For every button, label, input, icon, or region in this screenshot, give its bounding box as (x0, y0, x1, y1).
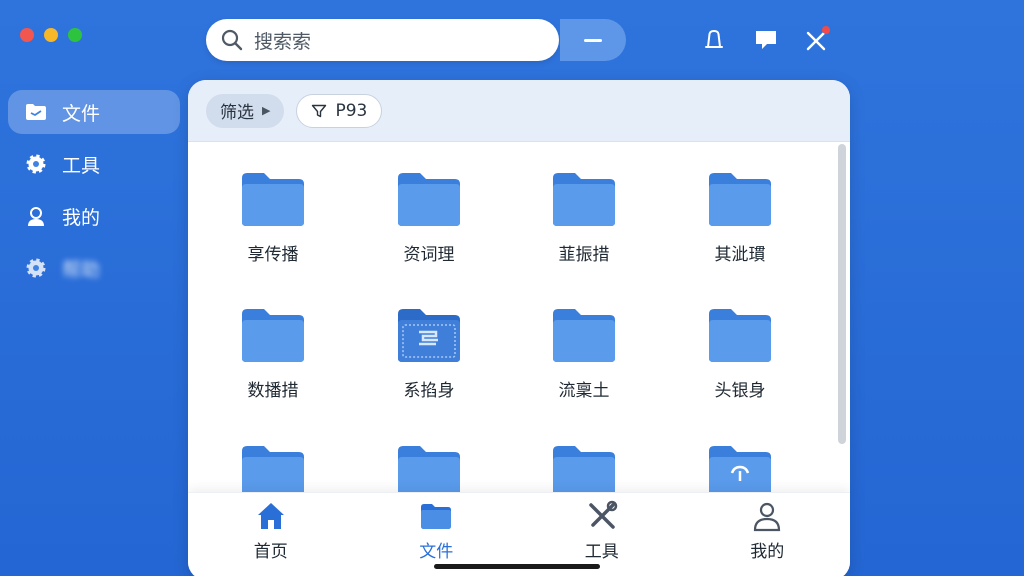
home-indicator (434, 564, 600, 569)
folder-item[interactable]: 流稟土 (514, 306, 654, 401)
tab-label: 我的 (750, 542, 785, 562)
folder-name: 享传播 (247, 245, 299, 265)
folder-icon (421, 504, 452, 529)
file-grid: 享传播 资词理 韮振措 其泚瑻 数播措 系掐身 流稟土 头银身 (188, 142, 836, 502)
sidebar-item-files[interactable]: 文件 (8, 90, 180, 134)
folder-icon (26, 104, 46, 120)
folder-icon (709, 309, 771, 362)
folder-name: 系掐身 (403, 381, 455, 401)
search-input[interactable]: 搜索索 (254, 27, 311, 54)
sidebar-item-label: 我的 (62, 206, 101, 229)
filter-tag[interactable]: P93 (296, 93, 383, 128)
sidebar-item-me[interactable]: 我的 (8, 194, 180, 238)
tab-label: 首页 (253, 542, 288, 562)
folder-name: 头银身 (714, 381, 766, 401)
sidebar-item-label: 工具 (62, 154, 101, 177)
folder-name: 韮振措 (558, 245, 610, 265)
folder-icon (553, 173, 615, 226)
folder-name: 流稟土 (558, 381, 610, 401)
folder-item[interactable]: 韮振措 (514, 170, 654, 265)
search-icon (221, 29, 243, 51)
filter-label: 筛选 (220, 103, 254, 123)
filter-dropdown[interactable]: 筛选 ▶ (206, 93, 285, 128)
message-icon[interactable] (752, 26, 780, 54)
sidebar-item-tools[interactable]: 工具 (8, 142, 180, 186)
close-window-button[interactable] (20, 28, 34, 42)
sidebar: 文件 工具 我的 帮助 (8, 90, 180, 298)
folder-name: 数播措 (247, 381, 299, 401)
tab-me[interactable]: 我的 (707, 499, 827, 576)
folder-item[interactable]: 享传播 (203, 170, 343, 265)
folder-name: 资词理 (403, 245, 455, 265)
user-icon (754, 502, 781, 532)
bell-icon[interactable] (700, 26, 728, 54)
folder-item[interactable]: 系掐身 (359, 306, 499, 401)
filter-bar: 筛选 ▶ P93 (188, 80, 850, 142)
search-bar[interactable]: 搜索索 (206, 19, 559, 61)
sidebar-item-label: 文件 (62, 102, 101, 125)
gear-icon (26, 258, 46, 278)
filter-tag-label: P93 (335, 100, 368, 121)
minimize-button[interactable] (560, 19, 626, 61)
caret-right-icon: ▶ (262, 104, 271, 117)
window-controls (20, 28, 82, 42)
scrollbar[interactable] (838, 144, 846, 444)
minimize-window-button[interactable] (44, 28, 58, 42)
tab-label: 工具 (584, 542, 619, 562)
folder-item[interactable]: 头银身 (670, 306, 810, 401)
tab-label: 文件 (419, 542, 454, 562)
close-icon[interactable] (802, 26, 830, 54)
folder-icon (709, 173, 771, 226)
folder-icon (242, 309, 304, 362)
sidebar-item-help[interactable]: 帮助 (8, 246, 180, 290)
maximize-window-button[interactable] (68, 28, 82, 42)
scrollbar-thumb[interactable] (838, 144, 846, 444)
gear-icon (26, 154, 46, 174)
folder-name: 其泚瑻 (714, 245, 766, 265)
folder-icon (242, 173, 304, 226)
file-panel: 筛选 ▶ P93 享传播 资词理 韮振措 其泚瑻 数播措 系掐身 流稟土 头银身… (188, 80, 850, 576)
folder-item[interactable]: 其泚瑻 (670, 170, 810, 265)
folder-icon (398, 173, 460, 226)
folder-item[interactable]: 资词理 (359, 170, 499, 265)
tab-home[interactable]: 首页 (211, 499, 331, 576)
document-folder-icon (398, 309, 460, 362)
tools-icon (589, 500, 617, 529)
user-icon (28, 207, 44, 226)
sidebar-item-label: 帮助 (62, 258, 101, 281)
folder-item[interactable]: 数播措 (203, 306, 343, 401)
home-icon (257, 503, 284, 529)
funnel-icon (312, 104, 327, 117)
minus-icon (584, 38, 602, 42)
folder-icon (553, 309, 615, 362)
